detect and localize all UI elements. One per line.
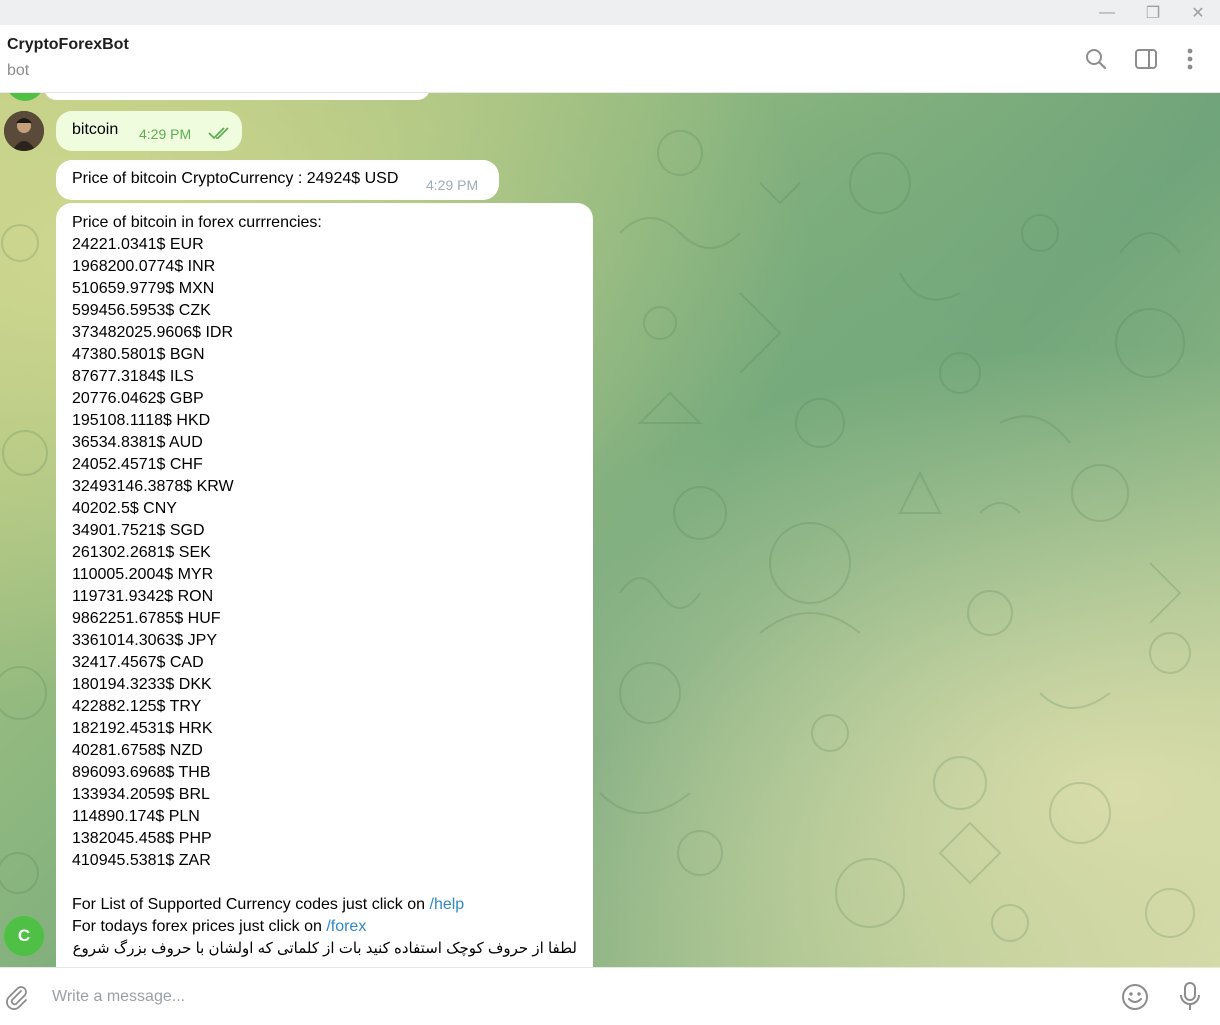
forex-heading: Price of bitcoin in forex currrencies: [72, 214, 322, 231]
incoming-message-bubble[interactable]: Price of bitcoin CryptoCurrency : 24924$… [56, 160, 499, 200]
forex-rate-line: 24221.0341$ EUR [72, 236, 204, 253]
forex-hint: For todays forex prices just click on /f… [72, 916, 577, 938]
forex-rate-line: 1968200.0774$ INR [72, 258, 216, 275]
forex-rate-line: 40202.5$ CNY [72, 500, 177, 517]
forex-rate-line: 119731.9342$ RON [72, 588, 214, 605]
forex-rate-line: 422882.125$ TRY [72, 698, 202, 715]
emoji-icon[interactable] [1121, 983, 1149, 1016]
help-command-link[interactable]: /help [430, 896, 465, 913]
forex-rate-line: 195108.1118$ HKD [72, 412, 211, 429]
user-avatar[interactable] [4, 111, 44, 151]
forex-rate-line: 510659.9779$ MXN [72, 280, 215, 297]
help-prefix-text: For List of Supported Currency codes jus… [72, 896, 430, 913]
minimize-button[interactable]: — [1085, 0, 1129, 25]
more-vert-icon[interactable] [1176, 45, 1204, 73]
forex-rate-line: 36534.8381$ AUD [72, 434, 203, 451]
message-time: 4:29 PM [139, 126, 192, 142]
outgoing-message-bubble[interactable]: bitcoin 4:29 PM [56, 111, 242, 151]
chat-subtitle: bot [7, 62, 30, 79]
forex-rate-line: 182192.4531$ HRK [72, 720, 213, 737]
forex-rate-line: 24052.4571$ CHF [72, 456, 203, 473]
forex-rates-message-bubble[interactable]: Price of bitcoin in forex currrencies: 2… [56, 203, 593, 967]
forex-rate-line: 410945.5381$ ZAR [72, 852, 211, 869]
close-button[interactable]: ✕ [1176, 0, 1220, 25]
bot-avatar[interactable]: C [4, 916, 44, 956]
message-composer: Write a message... [0, 967, 1220, 1025]
window-titlebar: — ❐ ✕ [0, 0, 1220, 25]
chat-title[interactable]: CryptoForexBot [7, 36, 129, 54]
forex-rate-line: 20776.0462$ GBP [72, 390, 204, 407]
chat-messages-area[interactable]: bitcoin 4:29 PM Price of bitcoin CryptoC… [0, 93, 1220, 967]
message-text: Price of bitcoin CryptoCurrency : 24924$… [72, 170, 399, 187]
forex-rate-line: 373482025.9606$ IDR [72, 324, 234, 341]
search-icon[interactable] [1082, 45, 1110, 73]
forex-rate-line: 87677.3184$ ILS [72, 368, 194, 385]
persian-note: لطفا از حروف کوچک استفاده کنید بات از کل… [72, 940, 577, 957]
forex-rate-line: 9862251.6785$ HUF [72, 610, 221, 627]
message-input[interactable]: Write a message... [52, 988, 185, 1006]
forex-rate-line: 114890.174$ PLN [72, 808, 200, 825]
message-time: 4:29 PM [426, 177, 479, 193]
help-hint: For List of Supported Currency codes jus… [72, 894, 577, 916]
forex-rate-line: 1382045.458$ PHP [72, 830, 212, 847]
attach-icon[interactable] [4, 984, 28, 1015]
forex-rate-line: 896093.6968$ THB [72, 764, 211, 781]
forex-rate-line: 133934.2059$ BRL [72, 786, 210, 803]
forex-rate-line: 261302.2681$ SEK [72, 544, 211, 561]
forex-rate-line: 32417.4567$ CAD [72, 654, 204, 671]
forex-rates-list: 24221.0341$ EUR 1968200.0774$ INR 510659.9… [72, 234, 577, 872]
forex-prefix-text: For todays forex prices just click on [72, 918, 327, 935]
forex-rate-line: 34901.7521$ SGD [72, 522, 205, 539]
sidebar-toggle-icon[interactable] [1132, 45, 1160, 73]
message-text: bitcoin [72, 121, 119, 138]
chat-header: CryptoForexBot bot [0, 25, 1220, 93]
forex-rate-line: 110005.2004$ MYR [72, 566, 214, 583]
restore-button[interactable]: ❐ [1131, 0, 1175, 25]
forex-command-link[interactable]: /forex [326, 918, 366, 935]
forex-rate-line: 40281.6758$ NZD [72, 742, 203, 759]
forex-rate-line: 599456.5953$ CZK [72, 302, 211, 319]
previous-message-bubble [44, 93, 430, 100]
microphone-icon[interactable] [1178, 981, 1202, 1018]
forex-rate-line: 3361014.3063$ JPY [72, 632, 218, 649]
forex-rate-line: 180194.3233$ DKK [72, 676, 212, 693]
forex-rate-line: 32493146.3878$ KRW [72, 478, 234, 495]
forex-rate-line: 47380.5801$ BGN [72, 346, 205, 363]
read-check-icon [208, 126, 232, 145]
